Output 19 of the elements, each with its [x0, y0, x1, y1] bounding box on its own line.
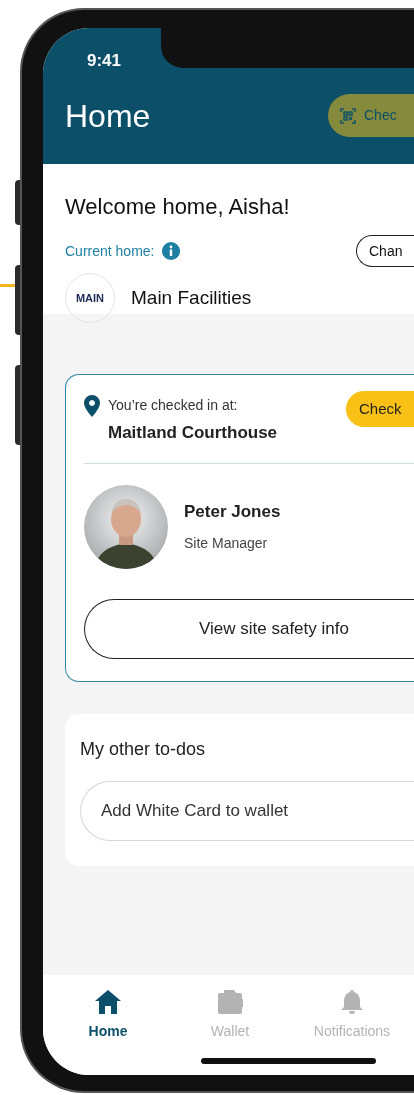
status-time: 9:41 — [87, 50, 123, 72]
checked-in-label: You’re checked in at: — [108, 396, 239, 415]
bell-icon — [340, 989, 364, 1015]
home-name: Main Facilities — [131, 285, 252, 310]
home-icon — [94, 989, 122, 1015]
contact-name: Peter Jones — [184, 501, 281, 524]
check-out-button[interactable]: Check — [346, 391, 414, 427]
site-name: Maitland Courthouse — [108, 422, 278, 444]
current-home-label: Current home: — [65, 241, 155, 261]
todos-title: My other to-dos — [80, 739, 206, 759]
info-icon[interactable] — [162, 242, 181, 260]
location-pin-icon — [84, 395, 100, 417]
wallet-icon — [216, 989, 244, 1015]
page-title: Home — [65, 96, 151, 136]
qr-code-icon — [340, 107, 356, 124]
company-logo: MAIN — [65, 273, 115, 323]
tab-item[interactable]: Home — [47, 989, 169, 1042]
contact-role: Site Manager — [184, 533, 269, 553]
welcome-heading: Welcome home, Aisha! — [65, 193, 291, 221]
